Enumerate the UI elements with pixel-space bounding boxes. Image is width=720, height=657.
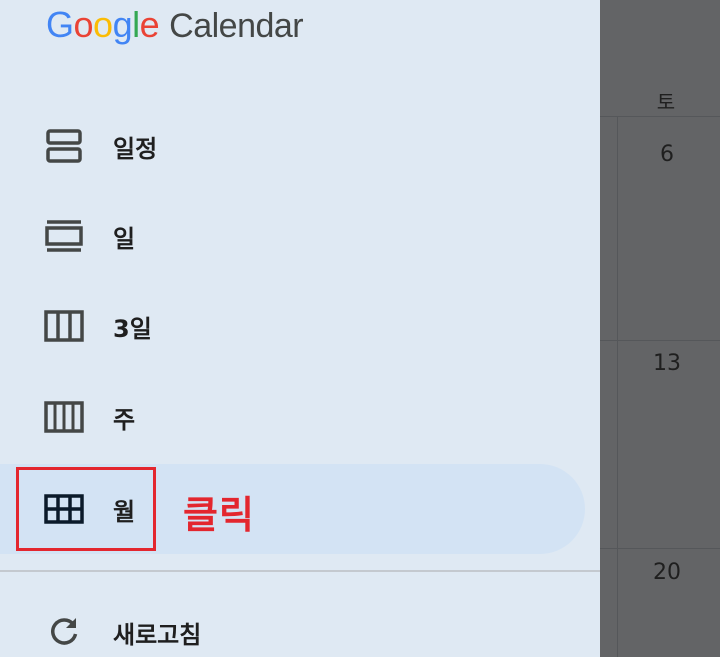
navigation-drawer: Go o g l e Calendar 일정 일 3일 주 월 클릭 새로고침 bbox=[0, 0, 600, 657]
three-day-view-icon bbox=[43, 309, 85, 343]
product-name: Calendar bbox=[169, 7, 304, 45]
google-calendar-logo: Go o g l e Calendar bbox=[46, 4, 304, 48]
date-cell-number: 13 bbox=[653, 351, 681, 376]
view-option-day[interactable]: 일 bbox=[0, 191, 585, 281]
grid-line bbox=[600, 340, 720, 341]
day-view-icon bbox=[43, 219, 85, 253]
view-option-label: 일정 bbox=[113, 134, 158, 163]
logo-letter: G bbox=[46, 4, 74, 45]
refresh-label: 새로고침 bbox=[113, 620, 202, 649]
logo-letter: g bbox=[112, 4, 133, 45]
grid-line bbox=[600, 548, 720, 549]
logo-letter: o bbox=[93, 4, 113, 45]
view-option-week[interactable]: 주 bbox=[0, 372, 585, 462]
refresh-icon bbox=[43, 615, 85, 649]
grid-line bbox=[600, 116, 720, 117]
logo-letter: e bbox=[139, 4, 160, 45]
month-calendar-background[interactable]: 토 6 13 20 bbox=[600, 0, 720, 657]
schedule-view-icon bbox=[43, 129, 85, 163]
week-view-icon bbox=[43, 400, 85, 434]
date-cell-number: 6 bbox=[660, 142, 674, 167]
annotation-click-text: 클릭 bbox=[183, 493, 255, 537]
view-option-label: 주 bbox=[113, 405, 136, 434]
saturday-column-header: 토 bbox=[656, 90, 676, 114]
logo-letter: l bbox=[132, 4, 140, 45]
refresh-button[interactable]: 새로고침 bbox=[0, 587, 585, 657]
view-option-label: 일 bbox=[113, 224, 136, 253]
date-cell-number: 20 bbox=[653, 560, 681, 585]
drawer-divider bbox=[0, 570, 600, 572]
app-screen: 토 6 13 20 Go o g l e Calendar 일정 일 3일 주 … bbox=[0, 0, 720, 657]
view-option-label: 3일 bbox=[113, 314, 152, 343]
logo-letter: o bbox=[73, 4, 94, 45]
grid-line bbox=[617, 116, 618, 657]
view-option-schedule[interactable]: 일정 bbox=[0, 101, 585, 191]
annotation-highlight-box bbox=[16, 467, 156, 551]
view-option-three-day[interactable]: 3일 bbox=[0, 281, 585, 371]
